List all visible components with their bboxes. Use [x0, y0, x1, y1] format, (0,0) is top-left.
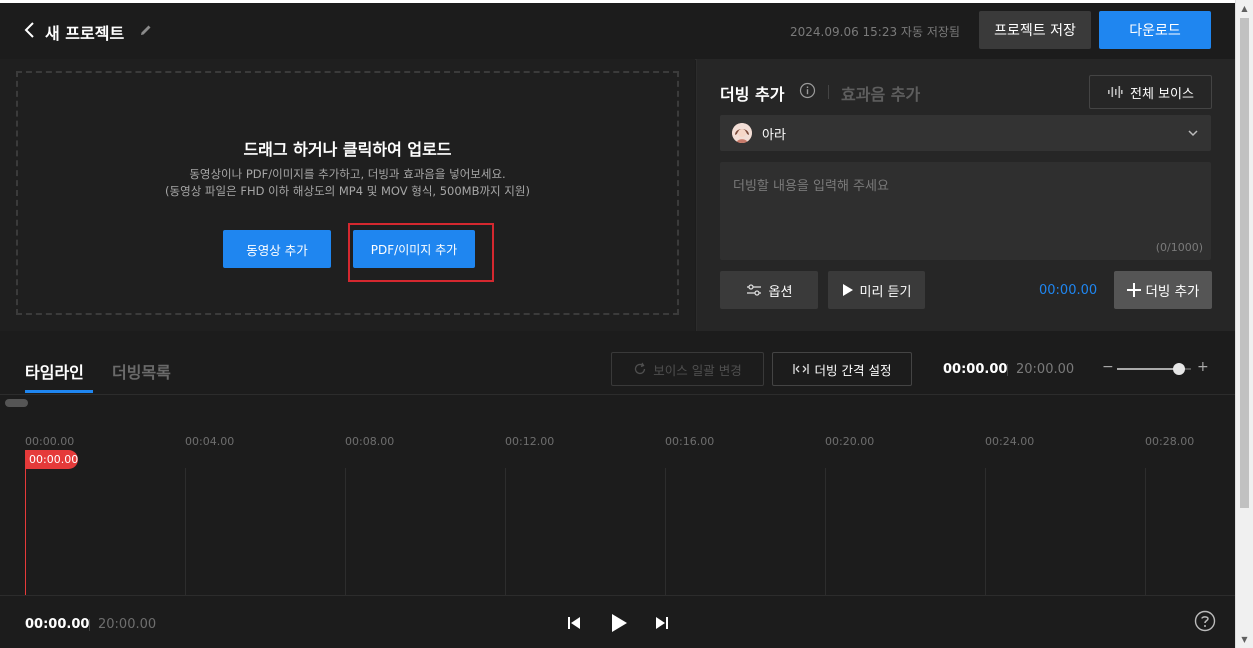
- dub-gap-label: 더빙 간격 설정: [814, 362, 892, 378]
- grid-line: [345, 468, 346, 595]
- ruler-label: 00:24.00: [985, 435, 1035, 448]
- app-window: 새 프로젝트 2024.09.06 15:23 자동 저장됨 프로젝트 저장 다…: [0, 0, 1235, 648]
- skip-back-icon[interactable]: [565, 613, 583, 633]
- voice-name: 아라: [762, 128, 786, 143]
- ruler-label: 00:16.00: [665, 435, 715, 448]
- zoom-slider-fill: [1117, 368, 1177, 370]
- page-scroll-thumb[interactable]: [1240, 18, 1249, 508]
- info-icon[interactable]: [799, 82, 816, 99]
- voice-select[interactable]: 아라: [720, 115, 1211, 151]
- dub-panel: 더빙 추가 효과음 추가 전체 보이스 아라 더빙할 내용을 입력해 주세요 (…: [696, 59, 1235, 331]
- timeline-header: 타임라인 더빙목록 보이스 일괄 변경 더빙 간격 설정 00:00.00 20…: [0, 331, 1235, 395]
- ruler-label: 00:00.00: [25, 435, 75, 448]
- preview-label: 미리 듣기: [859, 284, 912, 300]
- timeline-scroll-thumb[interactable]: [5, 399, 28, 407]
- grid-line: [985, 468, 986, 595]
- ruler-label: 00:08.00: [345, 435, 395, 448]
- waveform-icon: [1108, 86, 1123, 98]
- grid-line: [665, 468, 666, 595]
- zoom-slider-thumb[interactable]: [1173, 363, 1185, 375]
- avatar-portrait-icon: [732, 123, 752, 143]
- upload-format-note: (동영상 파일은 FHD 이하 해상도의 MP4 및 MOV 형식, 500MB…: [165, 184, 530, 198]
- char-count: (0/1000): [1155, 241, 1203, 254]
- project-title: 새 프로젝트: [45, 24, 125, 43]
- tab-add-sound-effect[interactable]: 효과음 추가: [841, 81, 920, 105]
- upload-description: 동영상이나 PDF/이미지를 추가하고, 더빙과 효과음을 넣어보세요.: [189, 167, 506, 181]
- all-voice-button[interactable]: 전체 보이스: [1089, 75, 1212, 109]
- player-total-time: 20:00.00: [98, 617, 157, 632]
- pencil-icon[interactable]: [139, 23, 153, 37]
- player-current-time: 00:00.00: [25, 617, 90, 632]
- playhead-time-tag[interactable]: 00:00.00: [25, 450, 78, 469]
- dub-time-input[interactable]: 00:00.00: [1039, 283, 1097, 298]
- add-dub-button[interactable]: 더빙 추가: [1114, 271, 1212, 309]
- tab-divider: [828, 85, 829, 99]
- zoom-out-icon[interactable]: −: [1102, 359, 1114, 375]
- scroll-down-icon[interactable]: ▼: [1236, 631, 1253, 648]
- play-icon[interactable]: [609, 612, 629, 634]
- upload-title: 드래그 하거나 클릭하여 업로드: [243, 140, 452, 159]
- total-time: 20:00.00: [1016, 362, 1075, 377]
- top-bar: 새 프로젝트 2024.09.06 15:23 자동 저장됨 프로젝트 저장 다…: [0, 0, 1235, 60]
- add-pdf-image-button[interactable]: PDF/이미지 추가: [353, 230, 475, 268]
- active-tab-indicator: [25, 390, 93, 393]
- tab-timeline[interactable]: 타임라인: [25, 359, 84, 383]
- scroll-up-icon[interactable]: ▲: [1236, 0, 1253, 17]
- plus-icon: [1126, 283, 1141, 297]
- skip-forward-icon[interactable]: [653, 613, 671, 633]
- player-footer: 00:00.00 20:00.00: [0, 595, 1235, 648]
- grid-line: [825, 468, 826, 595]
- ruler-label: 00:12.00: [505, 435, 555, 448]
- gap-icon: [792, 364, 809, 374]
- option-button[interactable]: 옵션: [720, 271, 818, 309]
- playhead-line[interactable]: [25, 452, 26, 595]
- help-icon[interactable]: [1194, 610, 1216, 632]
- add-dub-label: 더빙 추가: [1145, 284, 1200, 300]
- voice-batch-change-button[interactable]: 보이스 일괄 변경: [611, 352, 764, 386]
- upload-area: 드래그 하거나 클릭하여 업로드 동영상이나 PDF/이미지를 추가하고, 더빙…: [0, 59, 695, 331]
- upload-dropzone[interactable]: 드래그 하거나 클릭하여 업로드 동영상이나 PDF/이미지를 추가하고, 더빙…: [16, 71, 679, 315]
- sliders-icon: [746, 284, 761, 296]
- dub-gap-setting-button[interactable]: 더빙 간격 설정: [772, 352, 912, 386]
- ruler-label: 00:28.00: [1145, 435, 1195, 448]
- ruler-label: 00:20.00: [825, 435, 875, 448]
- avatar: [732, 123, 752, 143]
- add-video-button[interactable]: 동영상 추가: [223, 230, 331, 268]
- time-divider: [89, 619, 90, 631]
- autosave-status: 2024.09.06 15:23 자동 저장됨: [790, 25, 960, 39]
- play-icon: [842, 284, 853, 296]
- all-voice-label: 전체 보이스: [1130, 86, 1194, 102]
- tab-add-dub[interactable]: 더빙 추가: [720, 81, 784, 105]
- chevron-left-icon[interactable]: [22, 19, 38, 41]
- chevron-down-icon: [1188, 130, 1198, 137]
- timeline-track-area[interactable]: 00:00.00 00:04.00 00:08.00 00:12.00 00:1…: [0, 396, 1235, 595]
- download-button[interactable]: 다운로드: [1099, 11, 1211, 49]
- grid-line: [505, 468, 506, 595]
- time-divider: [1007, 364, 1008, 376]
- dub-text-input[interactable]: 더빙할 내용을 입력해 주세요 (0/1000): [720, 162, 1211, 260]
- page-scrollbar[interactable]: ▲ ▼: [1235, 0, 1253, 648]
- tab-dub-list[interactable]: 더빙목록: [112, 359, 171, 383]
- ruler-label: 00:04.00: [185, 435, 235, 448]
- save-project-button[interactable]: 프로젝트 저장: [979, 11, 1091, 49]
- zoom-in-icon[interactable]: +: [1197, 359, 1209, 375]
- current-time: 00:00.00: [943, 362, 1008, 377]
- grid-line: [1145, 468, 1146, 595]
- option-label: 옵션: [768, 284, 793, 300]
- preview-button[interactable]: 미리 듣기: [828, 271, 925, 309]
- refresh-icon: [635, 362, 646, 375]
- dub-text-placeholder: 더빙할 내용을 입력해 주세요: [733, 179, 889, 194]
- grid-line: [185, 468, 186, 595]
- voice-batch-label: 보이스 일괄 변경: [653, 362, 742, 378]
